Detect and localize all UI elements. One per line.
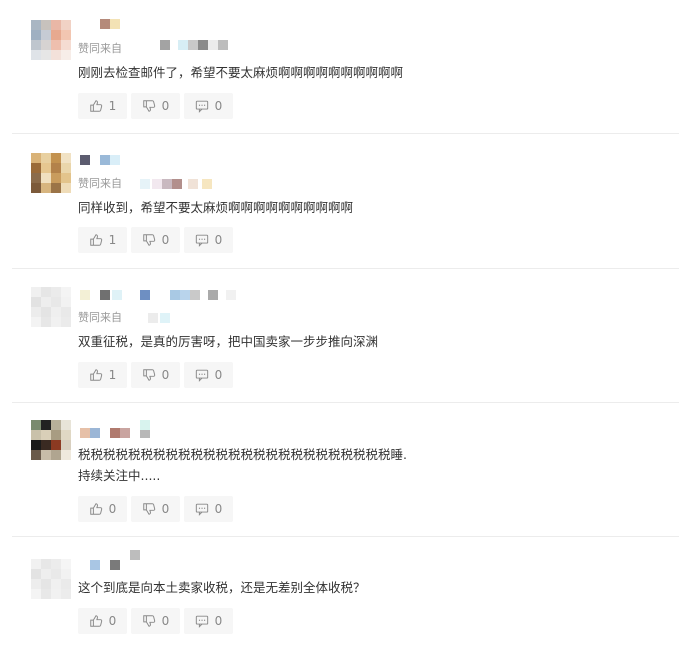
comment-actions: 0 0 0 — [78, 608, 233, 634]
reply-count: 0 — [214, 614, 223, 628]
thumbs-up-icon — [89, 503, 102, 515]
divider — [12, 268, 679, 269]
like-button[interactable]: 1 — [78, 93, 127, 119]
comment-text: 刚刚去检查邮件了，希望不要太麻烦啊啊啊啊啊啊啊啊啊啊 — [78, 65, 404, 80]
thumbs-up-icon — [89, 615, 102, 627]
thumbs-up-icon — [89, 234, 102, 246]
dislike-button[interactable]: 0 — [131, 93, 180, 119]
divider — [12, 402, 679, 403]
comment-actions: 1 0 0 — [78, 93, 233, 119]
dislike-count: 0 — [161, 614, 170, 628]
like-count: 1 — [108, 233, 117, 247]
thumbs-down-icon — [142, 503, 155, 515]
reply-button[interactable]: 0 — [184, 496, 233, 522]
comment-bubble-icon — [195, 234, 208, 247]
reply-count: 0 — [214, 502, 223, 516]
agree-from-label: 赞同来自 — [78, 311, 122, 324]
like-count: 1 — [108, 99, 117, 113]
reply-count: 0 — [214, 99, 223, 113]
like-count: 1 — [108, 368, 117, 382]
dislike-button[interactable]: 0 — [131, 227, 180, 253]
thumbs-up-icon — [89, 369, 102, 381]
avatar[interactable] — [31, 153, 71, 193]
reply-button[interactable]: 0 — [184, 608, 233, 634]
agree-from-label: 赞同来自 — [78, 42, 122, 55]
thumbs-up-icon — [89, 100, 102, 112]
dislike-count: 0 — [161, 502, 170, 516]
comment-bubble-icon — [195, 615, 208, 628]
comment-bubble-icon — [195, 503, 208, 516]
avatar[interactable] — [31, 420, 71, 460]
dislike-count: 0 — [161, 99, 170, 113]
comment-bubble-icon — [195, 100, 208, 113]
dislike-button[interactable]: 0 — [131, 608, 180, 634]
like-button[interactable]: 0 — [78, 608, 127, 634]
avatar[interactable] — [31, 287, 71, 327]
like-button[interactable]: 0 — [78, 496, 127, 522]
comment-actions: 0 0 0 — [78, 496, 233, 522]
dislike-button[interactable]: 0 — [131, 362, 180, 388]
thumbs-down-icon — [142, 369, 155, 381]
divider — [12, 133, 679, 134]
thumbs-down-icon — [142, 234, 155, 246]
comment-actions: 1 0 0 — [78, 362, 233, 388]
dislike-button[interactable]: 0 — [131, 496, 180, 522]
reply-count: 0 — [214, 233, 223, 247]
agree-from-label: 赞同来自 — [78, 177, 122, 190]
thumbs-down-icon — [142, 100, 155, 112]
dislike-count: 0 — [161, 368, 170, 382]
reply-button[interactable]: 0 — [184, 93, 233, 119]
avatar[interactable] — [31, 20, 71, 60]
reply-count: 0 — [214, 368, 223, 382]
comment-text: 双重征税，是真的厉害呀，把中国卖家一步步推向深渊 — [78, 334, 379, 349]
dislike-count: 0 — [161, 233, 170, 247]
comment-actions: 1 0 0 — [78, 227, 233, 253]
reply-button[interactable]: 0 — [184, 362, 233, 388]
like-button[interactable]: 1 — [78, 227, 127, 253]
comment-text: 同样收到，希望不要太麻烦啊啊啊啊啊啊啊啊啊啊 — [78, 200, 354, 215]
comment-text: 这个到底是向本土卖家收税，还是无差别全体收税？ — [78, 580, 366, 595]
divider — [12, 536, 679, 537]
avatar[interactable] — [31, 559, 71, 599]
like-count: 0 — [108, 614, 117, 628]
like-count: 0 — [108, 502, 117, 516]
reply-button[interactable]: 0 — [184, 227, 233, 253]
thumbs-down-icon — [142, 615, 155, 627]
like-button[interactable]: 1 — [78, 362, 127, 388]
comment-text: 税税税税税税税税税税税税税税税税税税税税税税税税税睡. 持续关注中..... — [78, 447, 407, 483]
comment-bubble-icon — [195, 369, 208, 382]
